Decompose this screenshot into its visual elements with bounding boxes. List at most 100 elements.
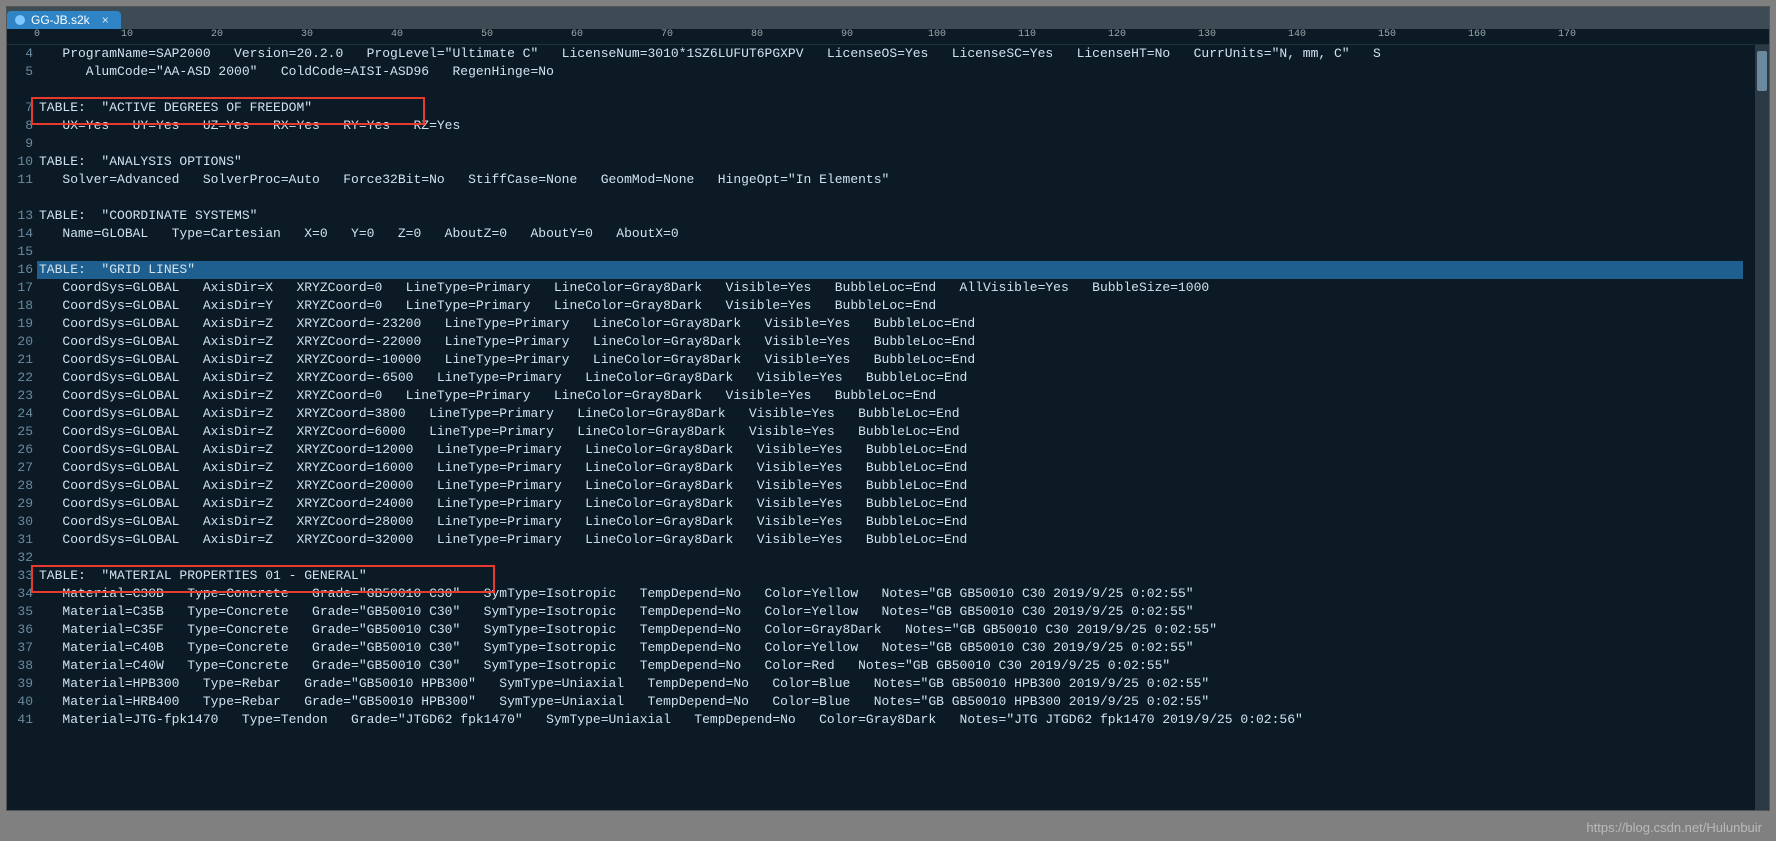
- line-number: 22: [7, 369, 33, 387]
- ruler-tick: 40: [391, 29, 403, 40]
- code-line[interactable]: Solver=Advanced SolverProc=Auto Force32B…: [37, 171, 1755, 189]
- ruler-tick: 0: [34, 29, 40, 40]
- code-line[interactable]: [37, 189, 1755, 207]
- line-number: 28: [7, 477, 33, 495]
- code-line[interactable]: CoordSys=GLOBAL AxisDir=Z XRYZCoord=1600…: [37, 459, 1755, 477]
- code-line[interactable]: Material=HPB300 Type=Rebar Grade="GB5001…: [37, 675, 1755, 693]
- code-line[interactable]: AlumCode="AA-ASD 2000" ColdCode=AISI-ASD…: [37, 63, 1755, 81]
- line-number: 29: [7, 495, 33, 513]
- code-line[interactable]: Material=HRB400 Type=Rebar Grade="GB5001…: [37, 693, 1755, 711]
- code-line[interactable]: Name=GLOBAL Type=Cartesian X=0 Y=0 Z=0 A…: [37, 225, 1755, 243]
- code-line[interactable]: CoordSys=GLOBAL AxisDir=Z XRYZCoord=2400…: [37, 495, 1755, 513]
- line-number: 36: [7, 621, 33, 639]
- close-icon[interactable]: ×: [102, 13, 109, 27]
- code-lines[interactable]: ProgramName=SAP2000 Version=20.2.0 ProgL…: [37, 45, 1755, 810]
- line-number: 27: [7, 459, 33, 477]
- line-number: 34: [7, 585, 33, 603]
- ruler-tick: 80: [751, 29, 763, 40]
- code-line[interactable]: ProgramName=SAP2000 Version=20.2.0 ProgL…: [37, 45, 1755, 63]
- code-line[interactable]: Material=C40B Type=Concrete Grade="GB500…: [37, 639, 1755, 657]
- ruler-tick: 160: [1468, 29, 1486, 40]
- code-line[interactable]: Material=C35B Type=Concrete Grade="GB500…: [37, 603, 1755, 621]
- code-line[interactable]: [37, 135, 1755, 153]
- code-line[interactable]: [37, 549, 1755, 567]
- code-line[interactable]: TABLE: "GRID LINES": [37, 261, 1755, 279]
- line-number: [7, 81, 33, 99]
- ruler-tick: 30: [301, 29, 313, 40]
- line-number: 37: [7, 639, 33, 657]
- ruler-tick: 120: [1108, 29, 1126, 40]
- line-number: 5: [7, 63, 33, 81]
- ruler-tick: 130: [1198, 29, 1216, 40]
- line-number: 25: [7, 423, 33, 441]
- code-line[interactable]: [37, 243, 1755, 261]
- code-line[interactable]: CoordSys=GLOBAL AxisDir=Z XRYZCoord=3200…: [37, 531, 1755, 549]
- scrollbar-thumb[interactable]: [1757, 51, 1767, 91]
- code-line[interactable]: CoordSys=GLOBAL AxisDir=Z XRYZCoord=1200…: [37, 441, 1755, 459]
- file-tab[interactable]: GG-JB.s2k ×: [7, 11, 121, 29]
- line-number: 38: [7, 657, 33, 675]
- code-line[interactable]: CoordSys=GLOBAL AxisDir=Z XRYZCoord=-232…: [37, 315, 1755, 333]
- line-number: 32: [7, 549, 33, 567]
- tab-title: GG-JB.s2k: [31, 13, 90, 27]
- line-number: 16: [7, 261, 33, 279]
- line-number: 8: [7, 117, 33, 135]
- line-number: 15: [7, 243, 33, 261]
- ruler-tick: 50: [481, 29, 493, 40]
- ruler-tick: 70: [661, 29, 673, 40]
- code-line[interactable]: TABLE: "MATERIAL PROPERTIES 01 - GENERAL…: [37, 567, 1755, 585]
- file-icon: [15, 15, 25, 25]
- ruler-tick: 20: [211, 29, 223, 40]
- line-number: 19: [7, 315, 33, 333]
- code-line[interactable]: CoordSys=GLOBAL AxisDir=X XRYZCoord=0 Li…: [37, 279, 1755, 297]
- line-number: 35: [7, 603, 33, 621]
- code-line[interactable]: TABLE: "ANALYSIS OPTIONS": [37, 153, 1755, 171]
- code-line[interactable]: CoordSys=GLOBAL AxisDir=Z XRYZCoord=6000…: [37, 423, 1755, 441]
- line-number: 17: [7, 279, 33, 297]
- ruler-tick: 140: [1288, 29, 1306, 40]
- code-line[interactable]: UX=Yes UY=Yes UZ=Yes RX=Yes RY=Yes RZ=Ye…: [37, 117, 1755, 135]
- line-number: 31: [7, 531, 33, 549]
- code-line[interactable]: CoordSys=GLOBAL AxisDir=Z XRYZCoord=0 Li…: [37, 387, 1755, 405]
- line-number: 41: [7, 711, 33, 729]
- watermark: https://blog.csdn.net/Hulunbuir: [1586, 820, 1762, 835]
- editor-window: GG-JB.s2k × 0 10 20 30 40 50 60 70 80 90 100 110 120…: [6, 6, 1770, 811]
- code-line[interactable]: Material=C30B Type=Concrete Grade="GB500…: [37, 585, 1755, 603]
- code-line[interactable]: Material=C40W Type=Concrete Grade="GB500…: [37, 657, 1755, 675]
- line-number: 40: [7, 693, 33, 711]
- ruler-tick: 60: [571, 29, 583, 40]
- code-line[interactable]: TABLE: "ACTIVE DEGREES OF FREEDOM": [37, 99, 1755, 117]
- code-line[interactable]: CoordSys=GLOBAL AxisDir=Z XRYZCoord=-650…: [37, 369, 1755, 387]
- line-number: 23: [7, 387, 33, 405]
- code-line[interactable]: CoordSys=GLOBAL AxisDir=Y XRYZCoord=0 Li…: [37, 297, 1755, 315]
- line-number: [7, 189, 33, 207]
- code-line[interactable]: CoordSys=GLOBAL AxisDir=Z XRYZCoord=2800…: [37, 513, 1755, 531]
- ruler-tick: 100: [928, 29, 946, 40]
- line-number: 20: [7, 333, 33, 351]
- ruler-tick: 150: [1378, 29, 1396, 40]
- ruler-tick: 170: [1558, 29, 1576, 40]
- line-number: 18: [7, 297, 33, 315]
- tab-bar: GG-JB.s2k ×: [7, 7, 1769, 29]
- ruler-tick: 90: [841, 29, 853, 40]
- code-line[interactable]: CoordSys=GLOBAL AxisDir=Z XRYZCoord=2000…: [37, 477, 1755, 495]
- code-line[interactable]: [37, 81, 1755, 99]
- code-line[interactable]: CoordSys=GLOBAL AxisDir=Z XRYZCoord=-220…: [37, 333, 1755, 351]
- scrollbar[interactable]: [1755, 45, 1769, 810]
- code-line[interactable]: Material=JTG-fpk1470 Type=Tendon Grade="…: [37, 711, 1755, 729]
- code-line[interactable]: CoordSys=GLOBAL AxisDir=Z XRYZCoord=3800…: [37, 405, 1755, 423]
- line-number: 30: [7, 513, 33, 531]
- code-line[interactable]: Material=C35F Type=Concrete Grade="GB500…: [37, 621, 1755, 639]
- code-line[interactable]: TABLE: "COORDINATE SYSTEMS": [37, 207, 1755, 225]
- line-number: 21: [7, 351, 33, 369]
- line-number: 39: [7, 675, 33, 693]
- line-number: 9: [7, 135, 33, 153]
- ruler: 0 10 20 30 40 50 60 70 80 90 100 110 120 130 140 150 160…: [7, 29, 1769, 45]
- code-line[interactable]: CoordSys=GLOBAL AxisDir=Z XRYZCoord=-100…: [37, 351, 1755, 369]
- ruler-tick: 10: [121, 29, 133, 40]
- line-number: 26: [7, 441, 33, 459]
- editor-area[interactable]: 4578910111314151617181920212223242526272…: [7, 45, 1769, 810]
- line-number: 7: [7, 99, 33, 117]
- ruler-tick: 110: [1018, 29, 1036, 40]
- line-number: 24: [7, 405, 33, 423]
